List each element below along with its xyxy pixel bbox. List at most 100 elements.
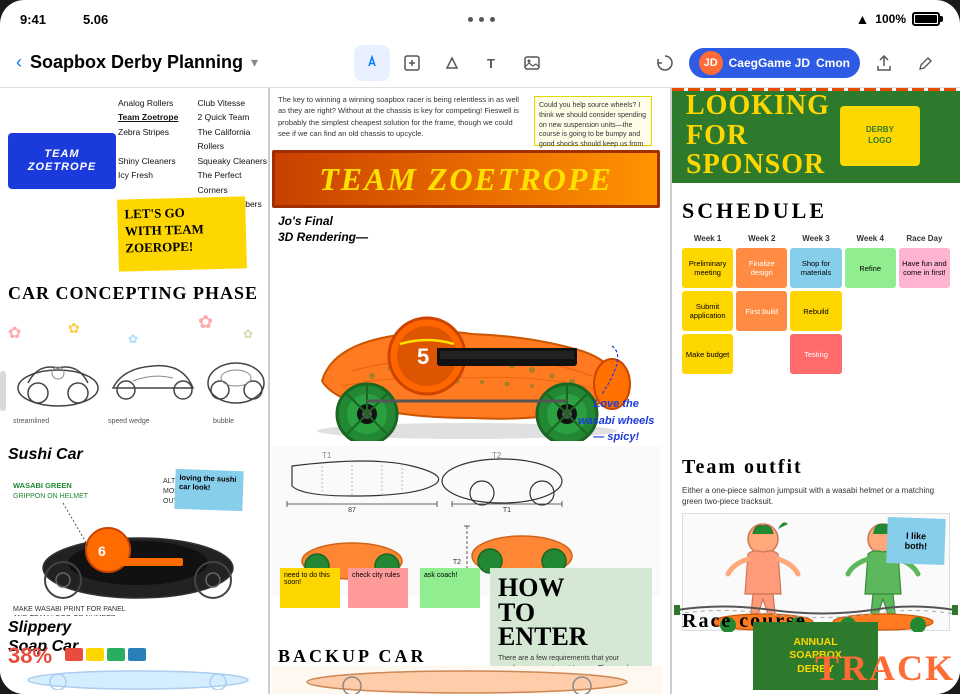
swatch-blue xyxy=(128,648,146,661)
svg-text:T1: T1 xyxy=(322,451,332,460)
svg-text:✿: ✿ xyxy=(198,312,213,332)
pencil-tool-button[interactable] xyxy=(354,45,390,81)
derby-logo: DERBYLOGO xyxy=(840,106,920,166)
svg-text:✿: ✿ xyxy=(8,325,21,342)
wifi-icon: ▲ xyxy=(855,11,869,27)
collaborator-name: CaegGame JD xyxy=(729,56,810,70)
title-chevron-icon[interactable]: ▾ xyxy=(251,54,258,71)
green-sticky: ask coach! xyxy=(420,568,480,608)
soap-car-sketch xyxy=(8,666,266,690)
svg-text:AND TEAM LOGO OR NUMBER: AND TEAM LOGO OR NUMBER xyxy=(13,615,116,616)
derby-racing-stripe xyxy=(672,88,960,91)
share-button[interactable] xyxy=(866,45,902,81)
document-title: Soapbox Derby Planning xyxy=(30,52,243,73)
schedule-cell-3-5 xyxy=(899,334,950,374)
status-left: 9:41 5.06 xyxy=(20,12,108,27)
schedule-cell-1-5: Have fun and come in first! xyxy=(899,248,950,288)
battery-percent: 100% xyxy=(875,12,906,26)
schedule-cell-2-1: Submit application xyxy=(682,291,733,331)
schedule-cell-3-1: Make budget xyxy=(682,334,733,374)
race-course-sketch xyxy=(672,601,960,619)
schedule-cell-3-4 xyxy=(845,334,896,374)
team-zoetrope-badge: TEAM ZOETROPE xyxy=(8,133,116,189)
schedule-cell-3-3: Testing xyxy=(790,334,841,374)
svg-text:✿: ✿ xyxy=(128,332,138,346)
svg-text:✿: ✿ xyxy=(68,320,80,336)
status-right: ▲ 100% xyxy=(855,11,940,27)
time-display: 9:41 xyxy=(20,12,46,27)
team-zoetrope-main-header: TEAM ZOETROPE xyxy=(272,150,660,208)
team-list-item-col2-3: The California Rollers xyxy=(198,125,274,154)
svg-text:WASABI GREEN: WASABI GREEN xyxy=(13,481,72,490)
svg-text:speed wedge: speed wedge xyxy=(108,418,150,425)
sushi-car-label: Sushi Car xyxy=(8,446,83,464)
schedule-header-week4: Week 4 xyxy=(845,232,896,245)
color-swatches xyxy=(65,648,146,661)
i-like-both-sticky: I like both! xyxy=(886,517,946,565)
schedule-cell-2-4 xyxy=(845,291,896,331)
middle-top-text: The key to winning a winning soapbox rac… xyxy=(272,90,532,148)
schedule-header-week3: Week 3 xyxy=(790,232,841,245)
how-to-enter-title: HOW TO ENTER xyxy=(498,576,644,650)
schedule-section: SCHEDULE Week 1 Week 2 Week 3 Week 4 Rac… xyxy=(672,188,960,384)
device-frame: 9:41 5.06 ▲ 100% ‹ Soapbox Derby Plannin… xyxy=(0,0,960,694)
collaborator-badge[interactable]: JD CaegGame JD Cmon xyxy=(689,48,860,78)
team-list-item-col2-4: Squeaky Cleaners xyxy=(198,154,274,168)
schedule-cell-2-5 xyxy=(899,291,950,331)
toolbar-tools: T xyxy=(354,45,550,81)
svg-text:GRIPPON ON HELMET: GRIPPON ON HELMET xyxy=(13,493,89,500)
nav-bar: ‹ Soapbox Derby Planning ▾ T xyxy=(0,38,960,88)
comment-sticky: Could you help source wheels? I think we… xyxy=(534,96,652,146)
schedule-title: SCHEDULE xyxy=(682,198,950,224)
backup-car-label: BACKUP CAR xyxy=(278,646,427,667)
track-label: TRACK xyxy=(815,647,955,689)
svg-text:87: 87 xyxy=(348,507,356,514)
swatch-green xyxy=(107,648,125,661)
team-list: Analog Rollers Club Vitesse Team Zoetrop… xyxy=(118,96,273,212)
svg-text:streamlined: streamlined xyxy=(13,418,49,425)
canvas-content: Analog Rollers Club Vitesse Team Zoetrop… xyxy=(0,88,960,694)
team-list-item-5: Icy Fresh xyxy=(118,168,194,197)
yellow-sticky-note: LET'S GO WITH TEAM ZOEROPE! xyxy=(117,196,247,271)
media-tool-button[interactable] xyxy=(514,45,550,81)
shapes-tool-button[interactable] xyxy=(434,45,470,81)
schedule-header-raceday: Race Day xyxy=(899,232,950,245)
schedule-header-week1: Week 1 xyxy=(682,232,733,245)
sponsors-text: LOOKING FOR SPONSOR xyxy=(686,91,830,179)
team-list-item-col2-1: Club Vitesse xyxy=(198,96,274,110)
car-sketches-area: streamlined speed wedge bubble ✿ ✿ ✿ ✿ ✿ xyxy=(8,308,266,438)
schedule-cell-1-1: Preliminary meeting xyxy=(682,248,733,288)
scroll-indicator xyxy=(0,371,6,411)
schedule-cell-2-2: First build xyxy=(736,291,787,331)
cmon-label: Cmon xyxy=(816,56,850,70)
team-list-item-col2-5: The Perfect Corners xyxy=(198,168,274,197)
edit-button[interactable] xyxy=(908,45,944,81)
history-button[interactable] xyxy=(647,45,683,81)
nav-right-tools: JD CaegGame JD Cmon xyxy=(647,45,944,81)
swatch-yellow xyxy=(86,648,104,661)
schedule-header-week2: Week 2 xyxy=(736,232,787,245)
loving-sushi-sticky: loving the sushi car look! xyxy=(174,469,243,511)
select-tool-button[interactable] xyxy=(394,45,430,81)
car-concepting-heading: CAR CONCEPTING PHASE xyxy=(8,283,258,304)
status-bar: 9:41 5.06 ▲ 100% xyxy=(0,0,960,38)
schedule-grid: Week 1 Week 2 Week 3 Week 4 Race Day Pre… xyxy=(682,232,950,374)
schedule-cell-1-4: Refine xyxy=(845,248,896,288)
team-list-item-col2-2: 2 Quick Team xyxy=(198,110,274,124)
canvas-area[interactable]: Analog Rollers Club Vitesse Team Zoetrop… xyxy=(0,88,960,694)
back-button[interactable]: ‹ xyxy=(16,52,22,73)
text-tool-button[interactable]: T xyxy=(474,45,510,81)
schedule-cell-2-3: Rebuild xyxy=(790,291,841,331)
team-list-item-3: Zebra Stripes xyxy=(118,125,194,154)
svg-text:✿: ✿ xyxy=(243,327,253,341)
collaborator-avatar: JD xyxy=(699,51,723,75)
team-outfit-description: Either a one-piece salmon jumpsuit with … xyxy=(682,485,950,507)
battery-bar xyxy=(912,12,940,26)
svg-text:MAKE WASABI PRINT FOR PANEL: MAKE WASABI PRINT FOR PANEL xyxy=(13,606,126,613)
nav-left: ‹ Soapbox Derby Planning ▾ xyxy=(16,52,258,73)
schedule-cell-1-2: Finalize design xyxy=(736,248,787,288)
battery-text: 5.06 xyxy=(54,12,108,27)
schedule-cell-1-3: Shop for materials xyxy=(790,248,841,288)
backup-car-sketch xyxy=(272,666,662,694)
team-outfit-title: Team outfit xyxy=(682,456,950,479)
